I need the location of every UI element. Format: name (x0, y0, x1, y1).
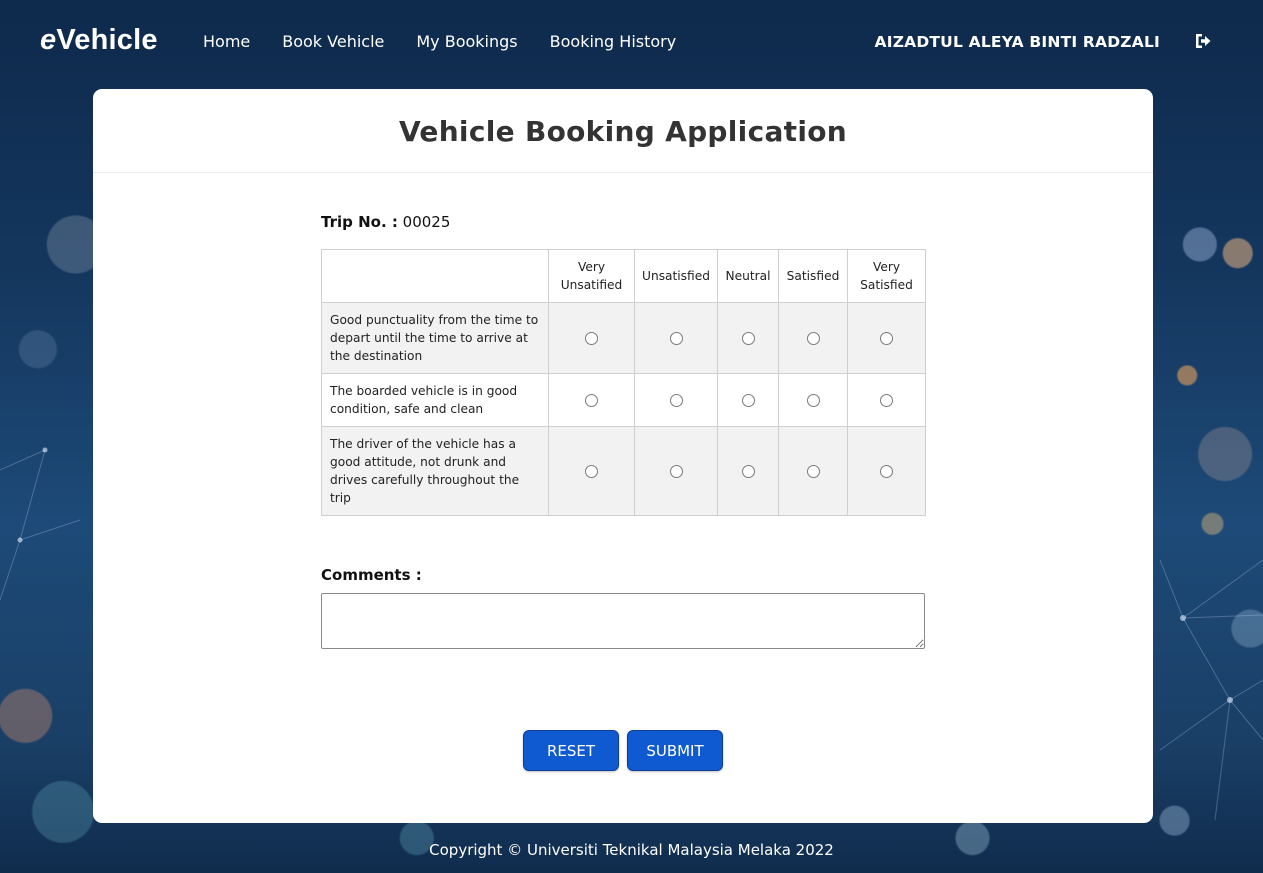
rating-cell (778, 302, 848, 374)
radio-very-unsatisfied[interactable] (585, 394, 598, 407)
rating-cell (778, 373, 848, 427)
header-very-unsatisfied: Very Unsatified (548, 249, 635, 303)
header-unsatisfied: Unsatisfied (634, 249, 718, 303)
radio-neutral[interactable] (741, 332, 755, 345)
radio-satisfied[interactable] (806, 332, 820, 345)
header-very-satisfied: Very Satisfied (847, 249, 926, 303)
card-header: Vehicle Booking Application (93, 89, 1153, 173)
header-satisfied: Satisfied (778, 249, 848, 303)
reset-button[interactable]: RESET (523, 730, 619, 771)
question-vehicle-condition: The boarded vehicle is in good condition… (321, 373, 549, 427)
rating-cell (634, 302, 718, 374)
trip-label: Trip No. : (321, 213, 398, 231)
radio-very-satisfied[interactable] (880, 465, 893, 478)
rating-cell (548, 373, 635, 427)
nav-home[interactable]: Home (203, 32, 250, 51)
footer-copyright: Copyright © Universiti Teknikal Malaysia… (429, 841, 834, 859)
radio-satisfied[interactable] (806, 394, 820, 407)
rating-cell (717, 426, 779, 516)
rating-cell (548, 426, 635, 516)
radio-neutral[interactable] (741, 465, 755, 478)
table-row: The driver of the vehicle has a good att… (321, 426, 926, 516)
rating-cell (847, 373, 926, 427)
radio-very-unsatisfied[interactable] (585, 332, 598, 345)
booking-card: Vehicle Booking Application Trip No. : 0… (93, 89, 1153, 823)
radio-neutral[interactable] (741, 394, 755, 407)
evehicle-logo[interactable]: eVehicle (40, 24, 158, 57)
comments-textarea[interactable] (321, 593, 925, 649)
rating-cell (548, 302, 635, 374)
logo-text: Vehicle (56, 24, 158, 56)
nav-book-vehicle[interactable]: Book Vehicle (282, 32, 384, 51)
header-label: Neutral (725, 269, 771, 283)
table-header-row: Very Unsatified Unsatisfied Neutral Satis… (321, 249, 926, 303)
top-navbar: eVehicle Home Book Vehicle My Bookings B… (0, 0, 1263, 86)
header-label: Satisfied (786, 269, 840, 283)
logo-prefix: e (40, 24, 57, 56)
radio-satisfied[interactable] (806, 465, 820, 478)
rating-cell (778, 426, 848, 516)
comments-label: Comments : (321, 566, 422, 584)
table-row: The boarded vehicle is in good condition… (321, 373, 926, 427)
question-driver-attitude: The driver of the vehicle has a good att… (321, 426, 549, 516)
header-label: Unsatisfied (642, 269, 710, 283)
radio-very-satisfied[interactable] (880, 332, 893, 345)
user-name[interactable]: AIZADTUL ALEYA BINTI RADZALI (875, 33, 1160, 51)
radio-unsatisfied[interactable] (669, 465, 683, 478)
trip-number: Trip No. : 00025 (321, 213, 450, 231)
page-title: Vehicle Booking Application (398, 115, 848, 148)
radio-very-unsatisfied[interactable] (585, 465, 598, 478)
rating-cell (717, 373, 779, 427)
header-label: Satisfied (860, 278, 913, 292)
header-blank (321, 249, 549, 303)
rating-cell (717, 302, 779, 374)
question-punctuality: Good punctuality from the time to depart… (321, 302, 549, 374)
rating-cell (634, 373, 718, 427)
radio-unsatisfied[interactable] (669, 394, 683, 407)
rating-cell (847, 302, 926, 374)
nav-booking-history[interactable]: Booking History (550, 32, 677, 51)
nav-my-bookings[interactable]: My Bookings (416, 32, 517, 51)
radio-very-satisfied[interactable] (880, 394, 893, 407)
nav-links: Home Book Vehicle My Bookings Booking Hi… (203, 32, 676, 51)
header-neutral: Neutral (717, 249, 779, 303)
header-label: Very (577, 260, 606, 274)
rating-cell (634, 426, 718, 516)
submit-button[interactable]: SUBMIT (627, 730, 723, 771)
trip-value: 00025 (402, 213, 451, 231)
rating-cell (847, 426, 926, 516)
radio-unsatisfied[interactable] (669, 332, 683, 345)
sign-out-icon[interactable] (1194, 32, 1212, 50)
header-label: Very (872, 260, 901, 274)
header-label: Unsatified (560, 278, 623, 292)
table-row: Good punctuality from the time to depart… (321, 302, 926, 374)
satisfaction-survey-table: Very Unsatified Unsatisfied Neutral Satis… (321, 249, 926, 516)
